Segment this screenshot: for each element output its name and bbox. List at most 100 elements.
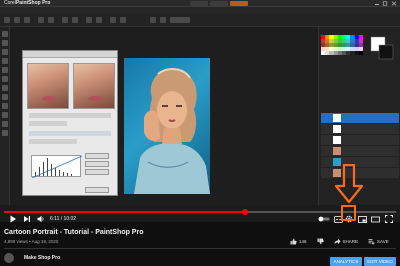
color-picker bbox=[370, 36, 394, 60]
maximize-icon bbox=[382, 1, 388, 6]
toolbar-icon bbox=[72, 17, 78, 23]
dialog-row bbox=[29, 113, 111, 118]
dislike-button[interactable] bbox=[317, 238, 324, 245]
analytics-button[interactable]: ANALYTICS bbox=[330, 257, 362, 266]
theater-mode-button[interactable] bbox=[370, 214, 380, 224]
tool-icon bbox=[2, 112, 8, 118]
toolbar-icon bbox=[4, 17, 10, 23]
dialog-row bbox=[29, 121, 67, 126]
materials-swatches bbox=[321, 35, 363, 67]
like-button[interactable]: 146 bbox=[290, 238, 307, 245]
toolbar-field bbox=[170, 17, 190, 23]
minimize-icon bbox=[375, 4, 379, 5]
cartoon-portrait-image bbox=[124, 58, 210, 194]
player-controls: 6:11 / 10:02 bbox=[0, 214, 400, 226]
dialog-titlebar bbox=[23, 51, 117, 58]
toolbar-icon bbox=[48, 17, 54, 23]
channel-name[interactable]: Make Shop Pro bbox=[24, 255, 60, 261]
dialog-tabs bbox=[29, 131, 111, 136]
next-icon bbox=[24, 216, 30, 222]
psp-tab-active bbox=[230, 1, 248, 6]
progress-played bbox=[4, 211, 245, 213]
psp-tools-palette bbox=[0, 27, 10, 205]
toolbar-icon bbox=[96, 17, 102, 23]
playlist-add-icon bbox=[368, 239, 375, 245]
toolbar-icon bbox=[160, 17, 166, 23]
divider bbox=[4, 248, 396, 249]
toolbar-icon bbox=[24, 17, 30, 23]
dialog-button bbox=[85, 169, 109, 175]
edit-video-button[interactable]: EDIT VIDEO bbox=[364, 257, 396, 266]
toolbar-icon bbox=[110, 17, 116, 23]
toolbar-icon bbox=[14, 17, 20, 23]
save-label: SAVE bbox=[377, 239, 389, 244]
share-label: SHARE bbox=[342, 239, 359, 244]
theater-icon bbox=[370, 216, 380, 222]
dialog-button bbox=[85, 161, 109, 167]
autoplay-toggle-icon bbox=[318, 216, 330, 222]
layer-row-selected bbox=[321, 113, 399, 123]
layer-row bbox=[321, 146, 399, 156]
volume-button[interactable] bbox=[36, 214, 46, 224]
duration: 10:02 bbox=[63, 216, 77, 222]
tool-icon bbox=[2, 103, 8, 109]
play-icon bbox=[10, 215, 16, 223]
thumbs-down-icon bbox=[317, 238, 324, 245]
thumbs-up-icon bbox=[290, 238, 297, 245]
toolbar-icon bbox=[62, 17, 68, 23]
psp-tab bbox=[210, 1, 228, 6]
dialog-button bbox=[85, 187, 109, 193]
fullscreen-icon bbox=[385, 215, 393, 223]
tool-icon bbox=[2, 85, 8, 91]
tool-icon bbox=[2, 58, 8, 64]
save-button[interactable]: SAVE bbox=[368, 238, 389, 245]
histogram bbox=[31, 155, 82, 178]
layer-row bbox=[321, 124, 399, 134]
curves-dialog bbox=[22, 50, 118, 196]
psp-toolbar bbox=[0, 13, 400, 27]
next-button[interactable] bbox=[22, 214, 32, 224]
toolbar-icon bbox=[38, 17, 44, 23]
dialog-button bbox=[85, 153, 109, 159]
toolbar-icon bbox=[120, 17, 126, 23]
youtube-watch-page: CorelPaintShop Pro 6:11 / 10:02 Cartoon … bbox=[0, 0, 400, 266]
dialog-row bbox=[29, 139, 77, 144]
time-display: 6:11 / 10:02 bbox=[50, 216, 77, 222]
toolbar-icon bbox=[150, 17, 156, 23]
fullscreen-button[interactable] bbox=[384, 214, 394, 224]
psp-window-title: CorelPaintShop Pro bbox=[4, 0, 51, 6]
settings-highlight-box bbox=[341, 205, 356, 221]
tool-icon bbox=[2, 94, 8, 100]
tool-icon bbox=[2, 76, 8, 82]
video-title: Cartoon Portrait - Tutorial - PaintShop … bbox=[4, 229, 144, 236]
tool-icon bbox=[2, 31, 8, 37]
toolbar-icon bbox=[86, 17, 92, 23]
layer-row bbox=[321, 135, 399, 145]
annotation-arrow bbox=[334, 164, 364, 204]
current-time: 6:11 bbox=[50, 216, 60, 222]
video-frame[interactable]: CorelPaintShop Pro bbox=[0, 0, 400, 222]
tool-icon bbox=[2, 40, 8, 46]
channel-avatar[interactable] bbox=[4, 253, 14, 263]
miniplayer-button[interactable] bbox=[357, 214, 367, 224]
like-count: 146 bbox=[299, 239, 307, 244]
tool-icon bbox=[2, 121, 8, 127]
psp-tab bbox=[190, 1, 208, 6]
volume-icon bbox=[37, 215, 44, 223]
after-preview bbox=[73, 63, 115, 109]
share-icon bbox=[333, 238, 341, 245]
play-button[interactable] bbox=[8, 214, 18, 224]
tool-icon bbox=[2, 49, 8, 55]
progress-bar[interactable] bbox=[4, 209, 396, 215]
autoplay-toggle[interactable] bbox=[318, 214, 330, 224]
share-button[interactable]: SHARE bbox=[333, 238, 359, 245]
portrait-illustration bbox=[134, 68, 210, 194]
psp-titlebar: CorelPaintShop Pro bbox=[0, 0, 400, 7]
miniplayer-icon bbox=[357, 215, 367, 223]
tool-icon bbox=[2, 67, 8, 73]
tool-icon bbox=[2, 130, 8, 136]
video-actions: 146 SHARE SAVE bbox=[290, 238, 389, 245]
close-icon bbox=[391, 1, 397, 6]
before-preview bbox=[27, 63, 69, 109]
video-meta: 4,899 views • Aug 19, 2020 bbox=[4, 239, 59, 244]
